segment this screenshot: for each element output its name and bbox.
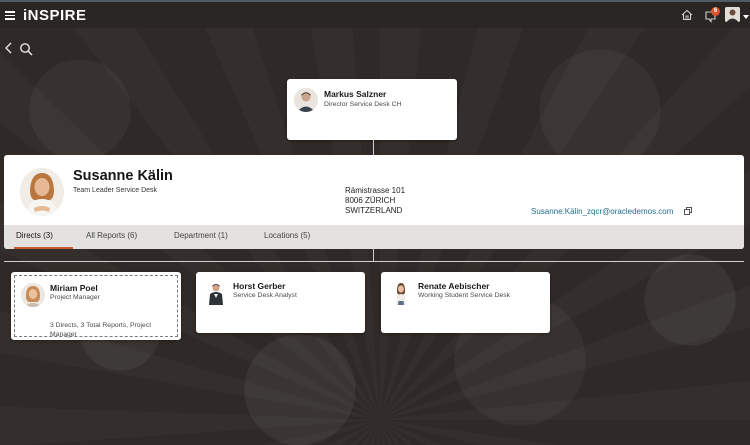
employee-title: Team Leader Service Desk — [73, 187, 158, 194]
tab-directs[interactable]: Directs (3) — [14, 225, 73, 249]
report-title: Project Manager — [50, 294, 100, 301]
user-avatar[interactable] — [725, 7, 740, 22]
copy-icon[interactable] — [684, 207, 692, 215]
direct-report-card[interactable]: Horst Gerber Service Desk Analyst — [196, 272, 365, 333]
connector-line — [4, 261, 744, 262]
report-photo — [389, 281, 413, 305]
direct-report-card[interactable]: Renate Aebischer Working Student Service… — [381, 272, 550, 333]
address-line: SWITZERLAND — [345, 206, 403, 215]
employee-photo — [20, 168, 64, 216]
address-line: 8006 ZÜRICH — [345, 196, 396, 205]
global-header: iNSPIRE 6 — [0, 0, 750, 28]
active-tab-indicator — [14, 247, 73, 249]
address-line: Rämistrasse 101 — [345, 186, 406, 195]
tab-label: Locations (5) — [264, 231, 311, 240]
report-photo — [204, 281, 228, 305]
manager-card[interactable]: Markus Salzner Director Service Desk CH — [287, 79, 457, 140]
manager-name: Markus Salzner — [324, 89, 387, 99]
tab-all-reports[interactable]: All Reports (6) — [86, 225, 137, 249]
report-summary: 3 Directs, 3 Total Reports, Project Mana… — [50, 322, 152, 338]
home-icon[interactable] — [681, 9, 693, 21]
app-logo[interactable]: iNSPIRE — [23, 7, 87, 24]
tab-label: All Reports (6) — [86, 231, 138, 240]
connector-line — [373, 249, 374, 261]
employee-address: Rämistrasse 101 8006 ZÜRICH SWITZERLAND — [345, 186, 405, 216]
tab-department[interactable]: Department (1) — [174, 225, 228, 249]
tab-label: Directs (3) — [16, 231, 53, 240]
manager-title: Director Service Desk CH — [324, 101, 402, 108]
report-title: Service Desk Analyst — [233, 292, 297, 299]
menu-icon[interactable] — [5, 11, 15, 20]
manager-photo — [294, 88, 318, 112]
report-name: Miriam Poel — [50, 283, 98, 293]
employee-name: Susanne Kälin — [73, 168, 173, 184]
employee-email-link[interactable]: Susanne.Kälin_zqcr@oracledemos.com — [531, 207, 673, 216]
tab-bar: Directs (3) All Reports (6) Department (… — [4, 225, 744, 249]
report-name: Horst Gerber — [233, 281, 286, 291]
employee-profile-panel: Susanne Kälin Team Leader Service Desk R… — [4, 155, 744, 249]
connector-line — [373, 140, 374, 155]
tab-label: Department (1) — [174, 231, 228, 240]
report-title: Working Student Service Desk — [418, 292, 511, 299]
report-name: Renate Aebischer — [418, 281, 490, 291]
search-icon[interactable] — [19, 42, 33, 56]
back-icon[interactable] — [4, 42, 14, 54]
direct-report-card[interactable]: Miriam Poel Project Manager 3 Directs, 3… — [11, 272, 181, 340]
notification-badge: 6 — [711, 7, 720, 16]
user-menu-caret-icon[interactable] — [743, 15, 749, 19]
report-photo — [21, 283, 45, 307]
tab-locations[interactable]: Locations (5) — [264, 225, 310, 249]
